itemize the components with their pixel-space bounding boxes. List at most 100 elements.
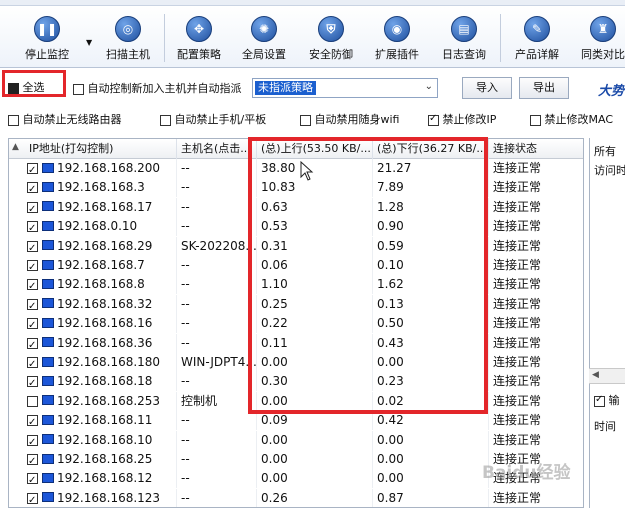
ip-cell[interactable]: 192.168.0.10 (9, 217, 177, 237)
status-cell: 连接正常 (489, 314, 583, 333)
status-cell: 连接正常 (489, 237, 583, 256)
row-checkbox[interactable] (27, 200, 38, 217)
row-checkbox[interactable] (27, 258, 38, 275)
monitor-icon (42, 414, 54, 425)
hostname-cell: -- (177, 159, 257, 178)
table-row[interactable]: 192.168.168.123--0.260.87连接正常 (9, 488, 583, 507)
row-checkbox[interactable] (27, 219, 38, 236)
toolbar-divider (500, 14, 501, 62)
ip-cell[interactable]: 192.168.168.253 (9, 391, 177, 411)
pause-icon: ❚❚ (34, 16, 60, 42)
export-button[interactable]: 导出 (519, 77, 569, 99)
column-header-status[interactable]: 连接状态 (489, 139, 583, 159)
search-icon: ◎ (115, 16, 141, 42)
select-all-checkbox[interactable]: 全选 (8, 79, 45, 95)
block-mac-change-checkbox[interactable]: 禁止修改MAC (530, 111, 613, 127)
block-ip-change-checkbox[interactable]: 禁止修改IP (428, 111, 496, 127)
security-defense-button[interactable]: ⛨ 安全防御 (300, 10, 362, 66)
ip-cell[interactable]: 192.168.168.123 (9, 488, 177, 507)
ip-cell[interactable]: 192.168.168.10 (9, 430, 177, 450)
status-cell: 连接正常 (489, 431, 583, 450)
checkbox-icon (428, 113, 439, 126)
upload-cell: 0.00 (257, 469, 373, 489)
config-policy-button[interactable]: ✥ 配置策略 (168, 10, 230, 66)
row-checkbox[interactable] (27, 395, 38, 407)
ip-cell[interactable]: 192.168.168.25 (9, 450, 177, 469)
shield-icon: ⛨ (318, 16, 344, 42)
ip-cell[interactable]: 192.168.168.180 (9, 353, 177, 372)
monitor-icon (42, 337, 54, 348)
ip-cell[interactable]: 192.168.168.18 (9, 372, 177, 392)
import-button[interactable]: 导入 (462, 77, 512, 99)
column-header-ip[interactable]: IP地址(打勾控制) (9, 139, 177, 159)
row-checkbox[interactable] (27, 180, 38, 197)
ip-cell[interactable]: 192.168.168.200 (9, 159, 177, 178)
chevron-down-icon: ⌄ (424, 81, 433, 92)
status-cell: 连接正常 (489, 159, 583, 178)
row-checkbox[interactable] (27, 374, 38, 391)
hostname-cell: -- (177, 469, 257, 489)
ip-cell[interactable]: 192.168.168.11 (9, 411, 177, 431)
extension-plugins-button[interactable]: ◉ 扩展插件 (366, 10, 428, 66)
row-checkbox[interactable] (27, 452, 38, 469)
table-row[interactable]: 192.168.168.10--0.000.00连接正常 (9, 430, 583, 450)
row-checkbox[interactable] (27, 491, 38, 507)
block-mobile-checkbox[interactable]: 自动禁止手机/平板 (160, 111, 266, 127)
scroll-left-icon[interactable]: ◀ (592, 370, 599, 380)
ip-cell[interactable]: 192.168.168.17 (9, 197, 177, 217)
global-settings-button[interactable]: ✺ 全局设置 (233, 10, 295, 66)
row-checkbox[interactable] (27, 336, 38, 353)
ip-cell[interactable]: 192.168.168.29 (9, 236, 177, 256)
auto-control-checkbox[interactable]: 自动控制新加入主机并自动指派 (73, 80, 242, 96)
row-checkbox[interactable] (27, 297, 38, 314)
monitor-icon (42, 259, 54, 270)
chevron-down-icon[interactable]: ▼ (86, 38, 92, 47)
ip-cell[interactable]: 192.168.168.12 (9, 469, 177, 489)
brand-link[interactable]: 大势 (598, 80, 624, 99)
compare-button[interactable]: ♜ 同类对比 (572, 10, 625, 66)
side-panel-footer: 时间 (594, 420, 616, 433)
settings-icon: ✥ (186, 16, 212, 42)
download-cell: 0.42 (373, 411, 489, 431)
traffic-columns-highlight (248, 137, 488, 414)
checkbox-icon (73, 83, 84, 95)
policy-select[interactable]: 未指派策略 ⌄ (252, 78, 438, 98)
main-toolbar: ❚❚ 停止监控 ▼ ◎ 扫描主机 ✥ 配置策略 ✺ 全局设置 ⛨ 安全防御 ◉ … (0, 6, 625, 68)
block-wireless-router-checkbox[interactable]: 自动禁止无线路由器 (8, 111, 122, 127)
status-cell: 连接正常 (489, 198, 583, 217)
hostname-cell: SK-202208... (177, 236, 257, 256)
row-checkbox[interactable] (27, 413, 38, 430)
row-checkbox[interactable] (27, 355, 38, 372)
ip-cell[interactable]: 192.168.168.8 (9, 275, 177, 295)
app-window: { "toolbar": { "buttons": [ {"label": "停… (0, 0, 625, 508)
row-checkbox[interactable] (27, 239, 38, 256)
hostname-cell: -- (177, 314, 257, 334)
ip-cell[interactable]: 192.168.168.7 (9, 256, 177, 275)
ip-cell[interactable]: 192.168.168.3 (9, 178, 177, 198)
row-checkbox[interactable] (27, 277, 38, 294)
status-cell: 连接正常 (489, 256, 583, 275)
ip-cell[interactable]: 192.168.168.32 (9, 294, 177, 314)
table-row[interactable]: 192.168.168.11--0.090.42连接正常 (9, 411, 583, 431)
block-portable-wifi-checkbox[interactable]: 自动禁用随身wifi (300, 111, 399, 127)
horizontal-scrollbar[interactable]: ◀ (589, 368, 625, 384)
status-cell: 连接正常 (489, 372, 583, 391)
row-checkbox[interactable] (27, 316, 38, 333)
row-checkbox[interactable] (27, 433, 38, 450)
scan-host-button[interactable]: ◎ 扫描主机 (97, 10, 159, 66)
monitor-icon (42, 395, 54, 406)
download-cell: 0.00 (373, 450, 489, 469)
side-panel-check[interactable]: 输 (594, 392, 620, 408)
log-query-button[interactable]: ▤ 日志查询 (433, 10, 495, 66)
column-header-hostname[interactable]: 主机名(点击... (177, 139, 257, 159)
row-checkbox[interactable] (27, 471, 38, 488)
product-details-button[interactable]: ✎ 产品详解 (506, 10, 568, 66)
row-checkbox[interactable] (27, 161, 38, 178)
monitor-icon (42, 298, 54, 309)
upload-cell: 0.00 (257, 450, 373, 469)
stop-monitor-button[interactable]: ❚❚ 停止监控 (16, 10, 78, 66)
ip-cell[interactable]: 192.168.168.16 (9, 314, 177, 334)
status-cell: 连接正常 (489, 295, 583, 314)
ip-cell[interactable]: 192.168.168.36 (9, 333, 177, 353)
monitor-icon (42, 472, 54, 483)
